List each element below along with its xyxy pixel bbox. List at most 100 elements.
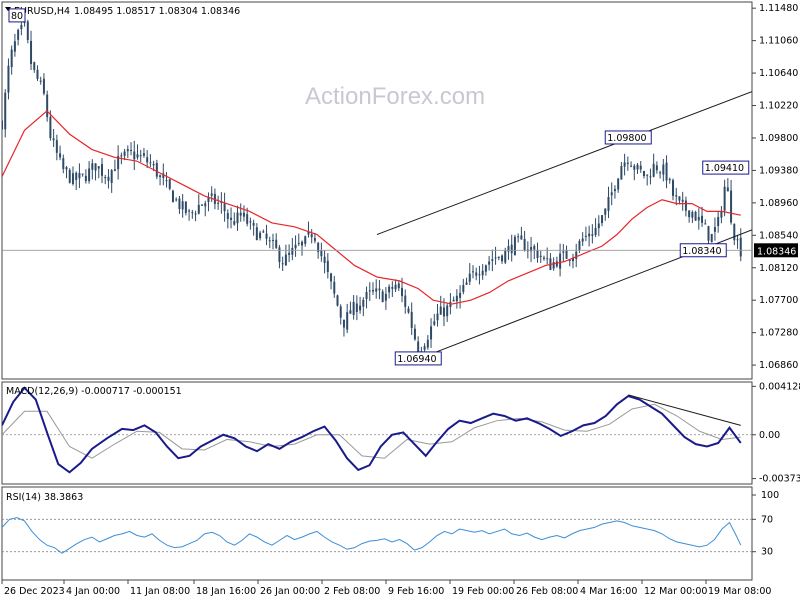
- candle-body: [71, 173, 74, 185]
- candle-body: [668, 179, 671, 181]
- candle-body: [188, 210, 191, 212]
- candle-body: [704, 223, 707, 225]
- candle-body: [552, 262, 555, 269]
- candle-body: [623, 162, 626, 167]
- candle-body: [542, 257, 545, 259]
- candle-body: [265, 233, 268, 239]
- candle-body: [491, 259, 494, 261]
- x-tick-label: 26 Feb 08:00: [516, 586, 578, 597]
- chart-header: EURUSD,H4 1.08495 1.08517 1.08304 1.0834…: [5, 6, 240, 17]
- macd-y-tick-label: -0.003737: [759, 474, 800, 485]
- price-annotation: 1.09800: [604, 130, 652, 145]
- x-tick-label: 9 Feb 16:00: [388, 586, 444, 597]
- candle-body: [601, 215, 604, 224]
- candle-body: [426, 339, 429, 348]
- macd-y-tick-label: 0.004128: [759, 381, 800, 392]
- candle-body: [494, 257, 497, 259]
- candle-body: [404, 295, 407, 307]
- candle-body: [359, 305, 362, 311]
- candle-body: [672, 180, 675, 196]
- candle-body: [433, 321, 436, 325]
- candle-body: [246, 214, 249, 224]
- candle-body: [513, 236, 516, 256]
- candle-body: [565, 250, 568, 259]
- candle-body: [688, 210, 691, 218]
- candle-body: [504, 250, 507, 263]
- candle-body: [136, 154, 139, 158]
- candle-body: [49, 116, 52, 139]
- candle-body: [610, 192, 613, 196]
- candle-body: [636, 164, 639, 170]
- candle-body: [36, 69, 39, 79]
- candle-body: [268, 240, 271, 242]
- candle-body: [81, 173, 84, 175]
- x-tick-label: 26 Dec 2023: [4, 586, 65, 597]
- candle-body: [123, 151, 126, 156]
- candle-body: [675, 195, 678, 197]
- candle-body: [510, 244, 513, 254]
- candle-body: [584, 235, 587, 237]
- candle-body: [497, 256, 500, 258]
- candle-body: [168, 179, 171, 189]
- candle-body: [459, 292, 462, 298]
- candle-body: [352, 301, 355, 316]
- candle-body: [633, 165, 636, 170]
- macd-y-tick-label: 0.00: [759, 430, 780, 441]
- candle-body: [278, 247, 281, 263]
- candle-body: [336, 295, 339, 306]
- candle-body: [368, 290, 371, 292]
- candle-body: [407, 308, 410, 313]
- current-price-label: 1.08346: [757, 246, 796, 257]
- candle-body: [323, 256, 326, 263]
- candle-body: [2, 120, 3, 130]
- candle-body: [546, 258, 549, 260]
- candle-body: [152, 164, 155, 166]
- candle-body: [178, 198, 181, 209]
- candle-body: [142, 153, 145, 156]
- candle-body: [113, 169, 116, 171]
- candle-body: [226, 213, 229, 219]
- candle-body: [330, 273, 333, 282]
- candle-body: [133, 151, 136, 160]
- candle-body: [30, 40, 33, 64]
- candle-body: [339, 306, 342, 318]
- candle-body: [326, 260, 329, 272]
- candle-body: [401, 287, 404, 297]
- candle-body: [78, 172, 81, 179]
- candle-body: [320, 250, 323, 257]
- y-tick-label: 1.07280: [759, 328, 798, 339]
- candle-body: [501, 255, 504, 262]
- candle-body: [59, 153, 62, 158]
- candle-body: [130, 149, 133, 151]
- candle-body: [462, 284, 465, 292]
- candle-body: [365, 291, 368, 300]
- candle-body: [665, 162, 668, 181]
- candle-body: [159, 175, 162, 177]
- candle-body: [559, 253, 562, 269]
- candle-body: [288, 252, 291, 255]
- candle-body: [684, 200, 687, 211]
- candle-body: [294, 244, 297, 249]
- candle-body: [75, 172, 78, 181]
- candle-body: [255, 227, 258, 241]
- candle-body: [523, 238, 526, 251]
- y-tick-label: 1.08960: [759, 198, 798, 209]
- rsi-panel: [1, 486, 753, 581]
- candle-body: [33, 62, 36, 70]
- candle-body: [101, 164, 104, 176]
- candle-body: [301, 241, 304, 246]
- candle-body: [726, 187, 729, 192]
- candle-body: [626, 162, 629, 164]
- candle-body: [239, 212, 242, 216]
- candle-body: [468, 273, 471, 282]
- candle-body: [533, 246, 536, 250]
- forex-chart: ActionForex.com EURUSD,H4 1.08495 1.0851…: [1, 1, 800, 597]
- watermark: ActionForex.com: [305, 83, 485, 110]
- candle-body: [104, 177, 107, 179]
- candle-body: [4, 92, 7, 130]
- candle-body: [430, 326, 433, 340]
- candle-body: [371, 289, 374, 292]
- ohlc-values: 1.08495 1.08517 1.08304 1.08346: [74, 6, 240, 17]
- candle-body: [271, 240, 274, 242]
- candle-body: [55, 140, 58, 153]
